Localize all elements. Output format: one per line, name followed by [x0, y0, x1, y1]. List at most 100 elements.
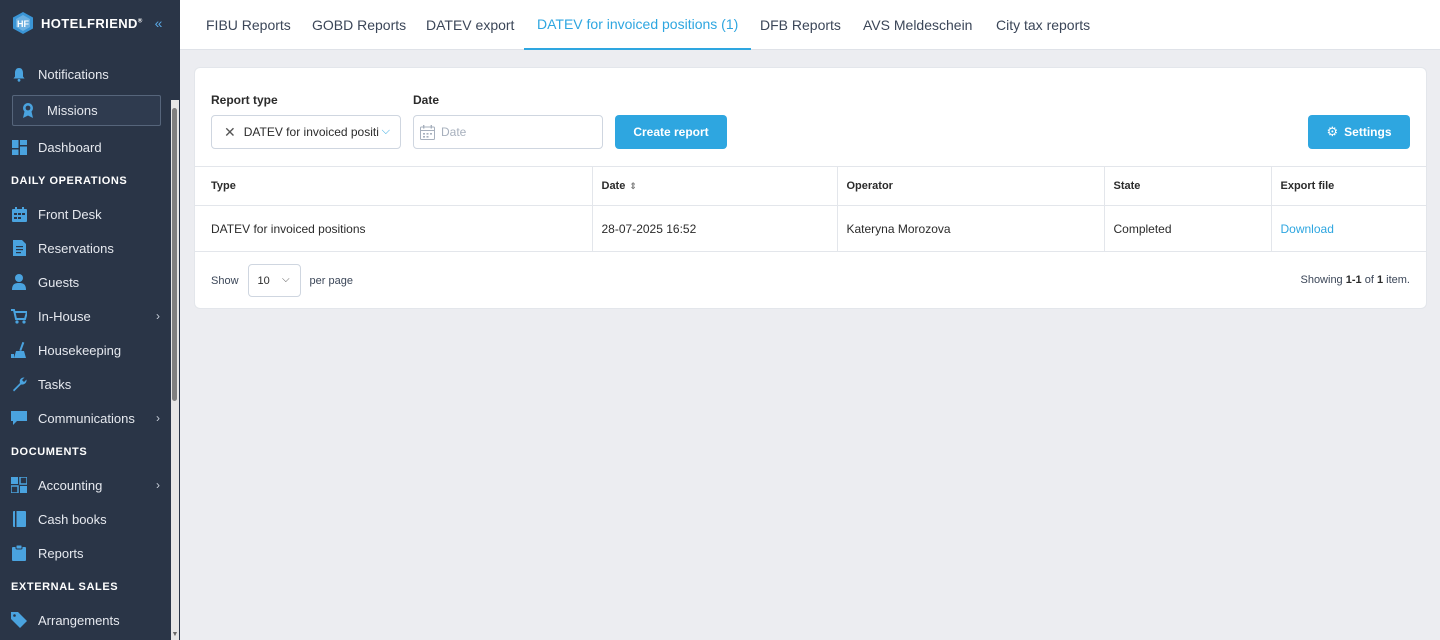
collapse-sidebar-icon[interactable]: «: [155, 15, 163, 31]
chevron-right-icon[interactable]: ›: [156, 411, 160, 425]
tab-city-tax-reports[interactable]: City tax reports: [996, 0, 1090, 50]
sidebar-item-label: Guests: [38, 274, 80, 290]
bell-icon: [11, 66, 27, 82]
per-page-label: per page: [309, 274, 353, 287]
cart-icon: [11, 308, 27, 324]
tab-fibu-reports[interactable]: FIBU Reports: [206, 0, 291, 50]
tab-avs-meldeschein[interactable]: AVS Meldeschein: [863, 0, 972, 50]
clear-icon[interactable]: ✕: [224, 124, 236, 141]
brand[interactable]: HF HOTELFRIEND® «: [0, 0, 180, 46]
reports-card: Report type Date ✕ DATEV for invoiced po…: [194, 67, 1427, 309]
sidebar-item-accounting[interactable]: Accounting ›: [0, 468, 170, 502]
sort-icon[interactable]: ⇕: [629, 181, 637, 191]
cell-export-file: Download: [1270, 205, 1426, 252]
person-icon: [11, 274, 27, 290]
section-daily-operations: DAILY OPERATIONS: [11, 174, 128, 187]
calendar-icon: [11, 206, 27, 222]
download-link[interactable]: Download: [1281, 222, 1334, 236]
tab-dfb-reports[interactable]: DFB Reports: [760, 0, 841, 50]
report-tabs: FIBU Reports GOBD Reports DATEV export D…: [180, 0, 1440, 50]
clipboard-icon: [11, 545, 27, 561]
tag-icon: [11, 612, 27, 628]
sidebar-item-reservations[interactable]: Reservations: [0, 231, 170, 265]
sidebar-item-label: Cash books: [38, 511, 107, 527]
scroll-down-icon[interactable]: ▼: [171, 631, 179, 638]
date-placeholder: Date: [441, 125, 467, 139]
sidebar-item-communications[interactable]: Communications ›: [0, 401, 170, 435]
award-icon: [20, 103, 36, 119]
date-label: Date: [413, 93, 440, 107]
sidebar-item-label: Communications: [38, 410, 135, 426]
sidebar-item-label: In-House: [38, 308, 91, 324]
sidebar-item-missions[interactable]: Missions: [12, 95, 161, 126]
tab-datev-export[interactable]: DATEV export: [426, 0, 514, 50]
table-row: DATEV for invoiced positions 28-07-2025 …: [195, 205, 1426, 252]
sidebar-scrollbar[interactable]: ▼: [171, 100, 179, 640]
cell-type: DATEV for invoiced positions: [195, 205, 592, 252]
chevron-right-icon[interactable]: ›: [156, 309, 160, 323]
table-header-row: Type Date ⇕ Operator State Export file: [195, 166, 1426, 206]
broom-icon: [11, 342, 27, 358]
column-header-export-file: Export file: [1270, 166, 1426, 206]
sidebar-item-front-desk[interactable]: Front Desk: [0, 197, 170, 231]
report-type-label: Report type: [211, 93, 278, 107]
cell-state: Completed: [1103, 205, 1271, 252]
pagination: Show 10 ⌵ per page: [211, 264, 353, 297]
sidebar-item-in-house[interactable]: In-House ›: [0, 299, 170, 333]
per-page-value: 10: [257, 274, 270, 287]
cell-date: 28-07-2025 16:52: [591, 205, 837, 252]
sidebar-item-label: Arrangements: [38, 612, 120, 628]
sidebar-item-label: Missions: [47, 103, 98, 118]
column-header-operator: Operator: [836, 166, 1104, 206]
calendar-icon: [420, 124, 435, 140]
sidebar-item-cash-books[interactable]: Cash books: [0, 502, 170, 536]
brand-name: HOTELFRIEND®: [41, 15, 143, 31]
sidebar-item-housekeeping[interactable]: Housekeeping: [0, 333, 170, 367]
column-header-date[interactable]: Date ⇕: [591, 166, 837, 206]
cell-operator: Kateryna Morozova: [836, 205, 1104, 252]
dashboard-icon: [11, 139, 27, 155]
report-type-value: DATEV for invoiced positions: [243, 125, 379, 139]
hotelfriend-logo-icon: HF: [13, 12, 33, 34]
sidebar-item-label: Dashboard: [38, 139, 102, 155]
tab-gobd-reports[interactable]: GOBD Reports: [312, 0, 406, 50]
svg-text:HF: HF: [17, 19, 29, 29]
sidebar-nav: Notifications Missions Dashboard DAILY O…: [0, 57, 170, 637]
sidebar-item-label: Tasks: [38, 376, 72, 392]
show-label: Show: [211, 274, 239, 287]
sidebar-item-tasks[interactable]: Tasks: [0, 367, 170, 401]
sidebar-item-notifications[interactable]: Notifications: [0, 57, 170, 91]
sidebar-item-label: Accounting: [38, 477, 103, 493]
chevron-down-icon[interactable]: ⌵: [382, 125, 390, 138]
column-header-type: Type: [195, 166, 592, 206]
sidebar-item-dashboard[interactable]: Dashboard: [0, 130, 170, 164]
create-report-button[interactable]: Create report: [615, 115, 727, 149]
sidebar-item-label: Front Desk: [38, 206, 102, 222]
sidebar-item-label: Reports: [38, 545, 84, 561]
sidebar-item-label: Notifications: [38, 66, 109, 82]
column-header-label: Date: [601, 180, 626, 192]
sidebar-item-arrangements[interactable]: Arrangements: [0, 603, 170, 637]
settings-button[interactable]: ⚙ Settings: [1308, 115, 1410, 149]
wrench-icon: [11, 376, 27, 392]
section-external-sales: EXTERNAL SALES: [11, 580, 119, 593]
grid-icon: [11, 477, 27, 493]
showing-summary: Showing 1-1 of 1 item.: [1300, 274, 1410, 286]
gear-icon: ⚙: [1326, 124, 1339, 139]
document-icon: [11, 240, 27, 256]
chevron-right-icon[interactable]: ›: [156, 478, 160, 492]
sidebar-item-reports[interactable]: Reports: [0, 536, 170, 570]
book-icon: [11, 511, 27, 527]
date-input[interactable]: Date: [413, 115, 603, 149]
sidebar-item-guests[interactable]: Guests: [0, 265, 170, 299]
scrollbar-thumb[interactable]: [172, 108, 177, 401]
settings-label: Settings: [1344, 125, 1392, 139]
chevron-down-icon[interactable]: ⌵: [282, 274, 290, 285]
sidebar-item-label: Reservations: [38, 240, 114, 256]
reports-table: Type Date ⇕ Operator State Export file DA…: [195, 166, 1426, 252]
per-page-select[interactable]: 10 ⌵: [247, 264, 301, 297]
tab-datev-invoiced-positions[interactable]: DATEV for invoiced positions (1): [524, 0, 752, 50]
sidebar-item-label: Housekeeping: [38, 342, 122, 358]
report-type-select[interactable]: ✕ DATEV for invoiced positions ⌵: [211, 115, 401, 149]
column-header-state: State: [1103, 166, 1271, 206]
